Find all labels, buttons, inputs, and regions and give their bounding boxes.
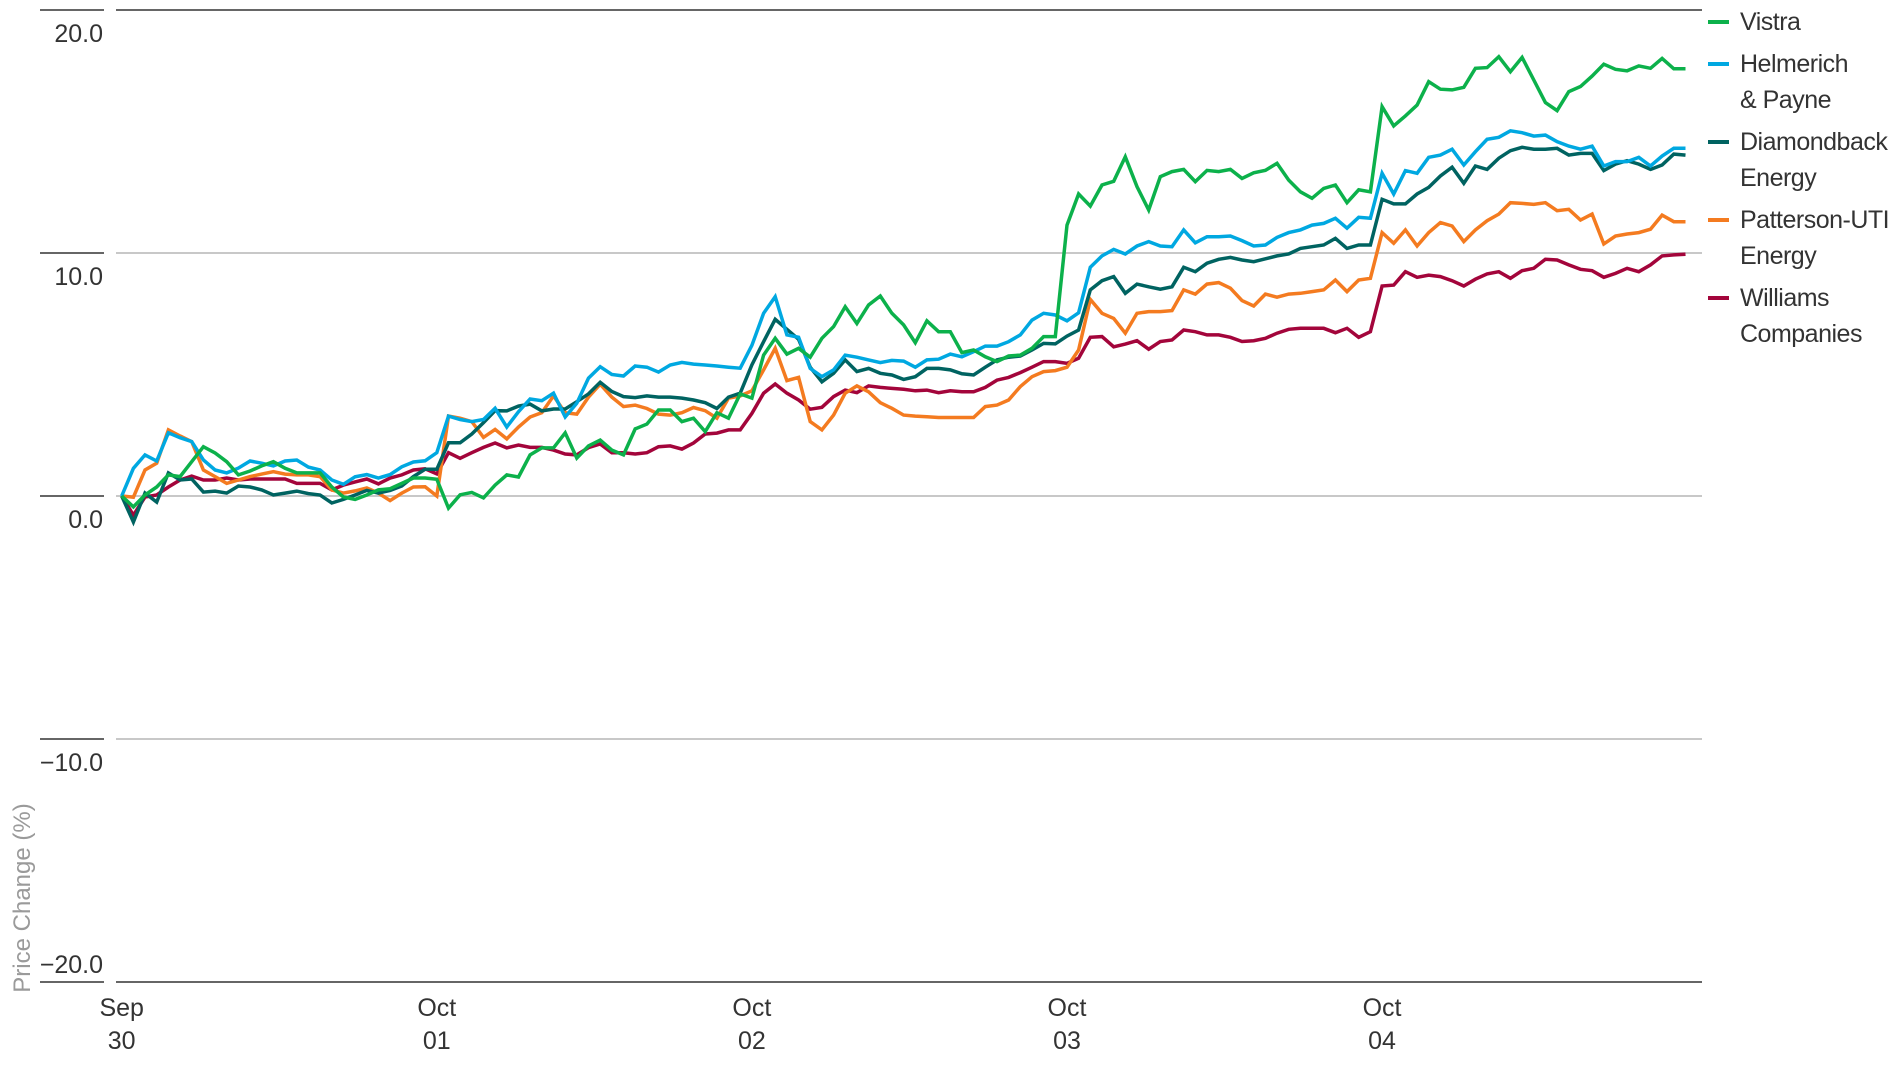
x-tick-label-month: Oct: [732, 994, 771, 1022]
y-tick-label: 20.0: [54, 20, 103, 48]
y-tick-label: 10.0: [54, 263, 103, 291]
legend-label-line: Companies: [1740, 320, 1862, 348]
x-tick-label-month: Sep: [99, 994, 143, 1022]
y-axis-title: Price Change (%): [9, 803, 36, 992]
legend: Vistra Helmerich & Payne Diamondback Energy P…: [1708, 4, 1896, 358]
legend-swatch: [1708, 218, 1729, 222]
y-tick-label: 0.0: [68, 506, 103, 534]
x-tick-label-day: 03: [1053, 1027, 1081, 1055]
legend-swatch: [1708, 62, 1729, 66]
legend-label: Patterson-UTI Energy: [1740, 202, 1890, 274]
legend-item: Vistra: [1708, 4, 1896, 40]
legend-swatch: [1708, 20, 1729, 24]
y-tick-label: −10.0: [40, 749, 103, 777]
legend-label-line: Williams: [1740, 284, 1830, 312]
y-tick-label: −20.0: [40, 951, 103, 979]
legend-label: Diamondback Energy: [1740, 124, 1890, 196]
series-lines: [120, 54, 1686, 527]
x-tick-label-month: Oct: [1363, 994, 1402, 1022]
legend-label-line: Energy: [1740, 164, 1817, 192]
x-tick-label-day: 04: [1368, 1027, 1396, 1055]
x-tick-label-month: Oct: [1048, 994, 1087, 1022]
series-line-diamondback-energy: [120, 145, 1686, 527]
legend-label-line: Vistra: [1740, 8, 1801, 36]
legend-item: Helmerich & Payne: [1708, 46, 1896, 118]
series-line-vistra: [120, 54, 1686, 512]
legend-label-line: Patterson-UTI: [1740, 206, 1890, 234]
line-chart: 20.0 10.0 0.0 −10.0 −20.0 Sep 30 Oct 01 Oct 02 Oct…: [9, 9, 1702, 1055]
legend-item: Patterson-UTI Energy: [1708, 202, 1896, 274]
x-tick-label-day: 01: [423, 1027, 451, 1055]
legend-label-line: Energy: [1740, 242, 1817, 270]
series-line-helmerich-payne: [120, 128, 1686, 497]
legend-swatch: [1708, 140, 1729, 144]
x-tick-label-month: Oct: [417, 994, 456, 1022]
legend-label: Williams Companies: [1740, 280, 1890, 352]
legend-label: Vistra: [1740, 4, 1890, 40]
legend-swatch: [1708, 296, 1729, 300]
x-axis: Sep 30 Oct 01 Oct 02 Oct 03 Oct 04: [99, 994, 1401, 1055]
legend-label: Helmerich & Payne: [1740, 46, 1890, 118]
x-tick-label-day: 30: [108, 1027, 136, 1055]
legend-label-line: Diamondback: [1740, 128, 1888, 156]
series-line-patterson-uti-energy: [121, 200, 1686, 503]
y-axis: 20.0 10.0 0.0 −10.0 −20.0: [40, 9, 104, 983]
legend-label-line: Helmerich: [1740, 50, 1849, 78]
x-tick-label-day: 02: [738, 1027, 766, 1055]
legend-item: Diamondback Energy: [1708, 124, 1896, 196]
legend-label-line: & Payne: [1740, 86, 1832, 114]
legend-item: Williams Companies: [1708, 280, 1896, 352]
